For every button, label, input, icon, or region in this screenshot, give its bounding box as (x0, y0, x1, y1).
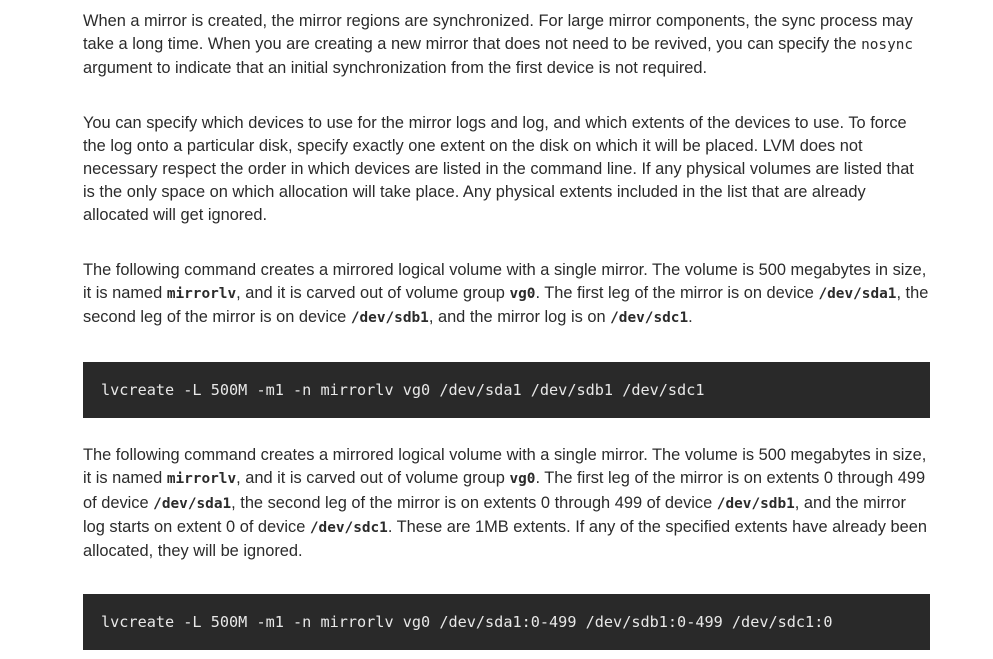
text: You can specify which devices to use for… (83, 113, 914, 225)
inline-code-device-sdc1: /dev/sdc1 (309, 519, 388, 536)
paragraph-example-extents: The following command creates a mirrored… (83, 444, 930, 563)
inline-code-device-sda1: /dev/sda1 (818, 285, 897, 302)
text: , the second leg of the mirror is on ext… (231, 493, 717, 512)
document-content: When a mirror is created, the mirror reg… (83, 10, 930, 651)
inline-code-device-sdb1: /dev/sdb1 (350, 310, 429, 327)
text: . (688, 308, 693, 327)
code-block-lvcreate-extents[interactable]: lvcreate -L 500M -m1 -n mirrorlv vg0 /de… (83, 594, 930, 651)
text: , and the mirror log is on (428, 308, 611, 327)
text: , and it is carved out of volume group (236, 283, 510, 302)
text: argument to indicate that an initial syn… (83, 59, 708, 78)
inline-code-vg-name: vg0 (509, 471, 536, 488)
inline-code-nosync: nosync (861, 37, 914, 54)
paragraph-mirror-sync: When a mirror is created, the mirror reg… (83, 10, 930, 81)
text: . The first leg of the mirror is on devi… (535, 283, 819, 302)
text: When a mirror is created, the mirror reg… (83, 12, 913, 54)
code-block-lvcreate-devices[interactable]: lvcreate -L 500M -m1 -n mirrorlv vg0 /de… (83, 362, 930, 419)
inline-code-device-sdb1: /dev/sdb1 (716, 495, 795, 512)
inline-code-device-sda1: /dev/sda1 (153, 495, 232, 512)
text: , and it is carved out of volume group (236, 469, 510, 488)
paragraph-example-devices: The following command creates a mirrored… (83, 259, 930, 331)
inline-code-device-sdc1: /dev/sdc1 (610, 310, 689, 327)
paragraph-device-extents: You can specify which devices to use for… (83, 112, 930, 228)
inline-code-lv-name: mirrorlv (166, 285, 237, 302)
inline-code-vg-name: vg0 (509, 285, 536, 302)
inline-code-lv-name: mirrorlv (166, 471, 237, 488)
